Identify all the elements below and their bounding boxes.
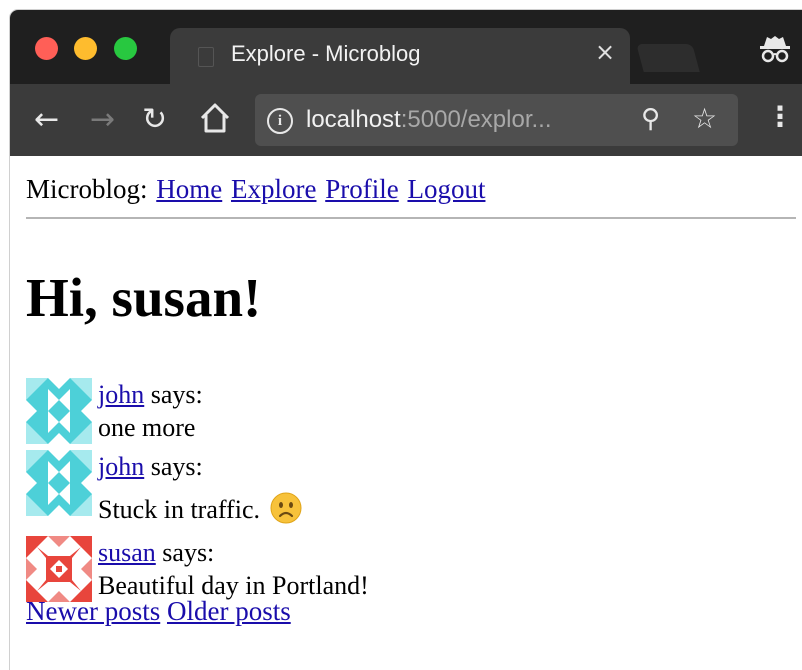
zoom-icon[interactable]: ⚲ — [641, 104, 660, 134]
address-bar[interactable]: i localhost:5000/explor... ⚲ ☆ — [255, 94, 738, 146]
menu-icon[interactable]: ⋮ — [766, 100, 794, 133]
forward-arrow-icon[interactable]: → — [90, 102, 115, 138]
frowning-face-icon — [270, 492, 302, 524]
post-body: one more — [98, 413, 196, 442]
tab-title: Explore - Microblog — [231, 41, 421, 66]
nav-profile-link[interactable]: Profile — [325, 174, 399, 204]
post-says-label: says: — [150, 380, 203, 409]
post-body: Stuck in traffic. — [98, 495, 260, 524]
page-content: Microblog: Home Explore Profile Logout H… — [10, 156, 802, 670]
post-says-label: says: — [162, 538, 215, 567]
maximize-window-button[interactable] — [114, 37, 137, 60]
incognito-icon — [760, 36, 790, 63]
page-title: Hi, susan! — [26, 267, 262, 328]
minimize-window-button[interactable] — [74, 37, 97, 60]
nav-divider — [26, 217, 796, 219]
info-icon[interactable]: i — [267, 108, 293, 134]
site-name: Microblog: — [26, 174, 148, 204]
page-favicon-icon — [198, 47, 214, 67]
older-posts-link[interactable]: Older posts — [167, 596, 291, 626]
post-author-link[interactable]: susan — [98, 538, 156, 567]
tab-close-button[interactable]: × — [595, 38, 615, 66]
star-icon[interactable]: ☆ — [692, 102, 717, 135]
home-icon[interactable] — [198, 100, 232, 136]
nav-home-link[interactable]: Home — [156, 174, 222, 204]
close-window-button[interactable] — [35, 37, 58, 60]
nav-logout-link[interactable]: Logout — [407, 174, 485, 204]
post-says-label: says: — [150, 452, 203, 481]
avatar[interactable] — [26, 378, 92, 444]
browser-toolbar: ← → ↻ i localhost:5000/explor... ⚲ ☆ ⋮ — [10, 84, 802, 156]
active-tab[interactable]: Explore - Microblog × — [170, 28, 630, 84]
url-text[interactable]: localhost:5000/explor... — [306, 106, 552, 134]
avatar[interactable] — [26, 450, 92, 516]
back-arrow-icon[interactable]: ← — [34, 102, 59, 138]
title-bar: Explore - Microblog × — [10, 10, 802, 84]
avatar[interactable] — [26, 536, 92, 602]
nav-explore-link[interactable]: Explore — [231, 174, 316, 204]
site-nav: Microblog: Home Explore Profile Logout — [26, 174, 485, 205]
browser-window: Explore - Microblog × ← → ↻ i localhost:… — [10, 10, 802, 670]
new-tab-button[interactable] — [636, 44, 700, 72]
post-author-link[interactable]: john — [98, 380, 144, 409]
reload-icon[interactable]: ↻ — [142, 102, 167, 138]
pagination: Newer posts Older posts — [26, 596, 291, 627]
newer-posts-link[interactable]: Newer posts — [26, 596, 160, 626]
post-author-link[interactable]: john — [98, 452, 144, 481]
